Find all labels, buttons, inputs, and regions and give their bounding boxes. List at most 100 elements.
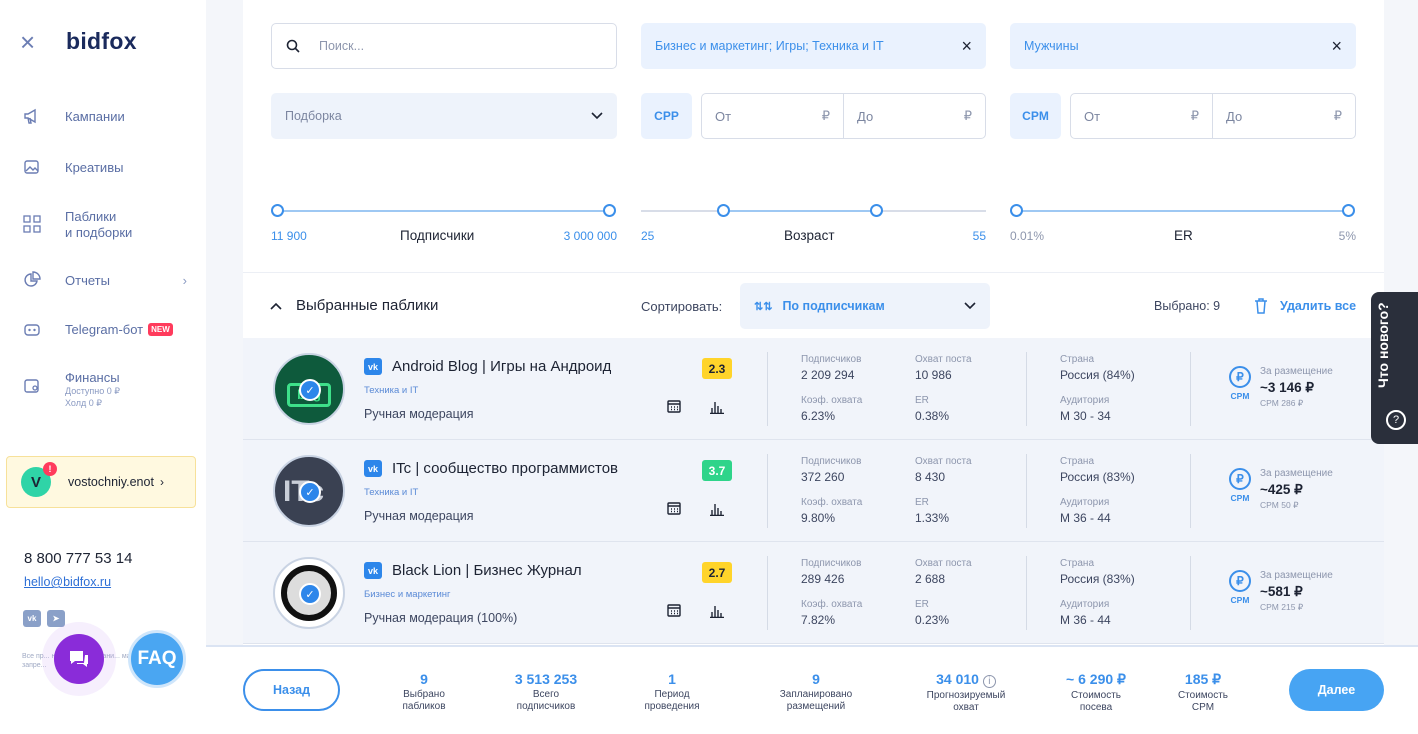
chevron-right-icon: › xyxy=(182,272,187,288)
selected-title[interactable]: Выбранные паблики xyxy=(270,297,438,314)
bar-chart-icon[interactable] xyxy=(710,400,724,414)
cpp-from-input[interactable]: От ₽ xyxy=(701,93,844,139)
collection-select[interactable]: Подборка xyxy=(271,93,617,139)
calendar-icon[interactable] xyxy=(667,604,681,617)
ruble-icon: ₽ xyxy=(1229,366,1251,388)
faq-button[interactable]: FAQ xyxy=(128,630,186,688)
cpm-to-input[interactable]: До ₽ xyxy=(1212,93,1356,139)
sidebar-item-label: Паблики и подборки xyxy=(65,209,133,240)
verified-icon: ✓ xyxy=(299,583,321,605)
summary-footer: Назад 9 Выбрано пабликов 3 513 253 Всего п… xyxy=(206,645,1418,734)
slider-min-handle[interactable] xyxy=(1010,204,1023,217)
support-email[interactable]: hello@bidfox.ru xyxy=(24,575,111,589)
summary-stat: 3 513 253 Всего подписчиков xyxy=(514,671,578,712)
public-name[interactable]: vk Black Lion | Бизнес Журнал xyxy=(364,562,664,579)
slider-max-handle[interactable] xyxy=(603,204,616,217)
public-name[interactable]: vk Android Blog | Игры на Андроид xyxy=(364,358,664,375)
bar-chart-icon[interactable] xyxy=(710,604,724,618)
country-stat: Страна Россия (84%) xyxy=(1060,354,1135,382)
calendar-icon[interactable] xyxy=(667,502,681,515)
gender-filter[interactable]: Мужчины × xyxy=(1010,23,1356,69)
cpp-to-placeholder: До xyxy=(857,108,874,124)
sort-value: По подписчикам xyxy=(782,299,885,313)
sidebar-item-creatives[interactable]: Креативы xyxy=(22,157,123,177)
whats-new-tab[interactable]: Что нового? ? xyxy=(1371,292,1418,444)
er-stat: ER 0.23% xyxy=(915,599,950,627)
search-input[interactable]: Поиск... xyxy=(271,23,617,69)
support-phone: 8 800 777 53 14 xyxy=(24,550,133,567)
sidebar: × bidfox Кампании Креативы Паблики и под… xyxy=(0,0,206,734)
back-button[interactable]: Назад xyxy=(243,669,340,711)
delete-all-button[interactable]: Удалить все xyxy=(1254,298,1356,314)
whats-new-label: Что нового? xyxy=(1375,302,1391,388)
sidebar-item-finance[interactable]: Финансы Доступно 0 ₽ Холд 0 ₽ xyxy=(22,370,120,409)
public-row[interactable]: ✓ vk Black Lion | Бизнес Журнал Бизнес и … xyxy=(243,542,1384,644)
subscribers-stat: Подписчиков 2 209 294 xyxy=(801,354,862,382)
summary-stat: 185 ₽ Стоимость CPM xyxy=(1177,671,1229,713)
avatar: V ! xyxy=(21,462,57,497)
close-icon[interactable]: × xyxy=(20,29,44,55)
price-block: За размещение ~581 ₽ CPM 215 ₽ xyxy=(1260,570,1333,612)
cpp-to-input[interactable]: До ₽ xyxy=(843,93,986,139)
vk-icon: vk xyxy=(364,460,382,477)
ruble-icon: ₽ xyxy=(963,108,972,123)
slider-title: Возраст xyxy=(784,228,835,243)
vk-icon[interactable]: vk xyxy=(23,610,41,627)
sidebar-item-reports[interactable]: Отчеты › xyxy=(22,270,187,290)
cpm-from-input[interactable]: От ₽ xyxy=(1070,93,1213,139)
chat-button[interactable] xyxy=(54,634,104,684)
public-row[interactable]: ITc ✓ vk ITc | сообщество программистов Т… xyxy=(243,440,1384,542)
moderation-status: Ручная модерация (100%) xyxy=(364,611,518,625)
public-name-text: ITc | сообщество программистов xyxy=(392,460,619,477)
info-icon[interactable]: i xyxy=(982,675,996,688)
sidebar-item-campaigns[interactable]: Кампании xyxy=(22,106,125,126)
next-button[interactable]: Далее xyxy=(1289,669,1384,711)
user-card[interactable]: V ! vostochniy.enot › xyxy=(6,456,196,508)
slider-max-handle[interactable] xyxy=(870,204,883,217)
grid-icon xyxy=(22,214,42,234)
categories-filter[interactable]: Бизнес и маркетинг; Игры; Техника и IT × xyxy=(641,23,986,69)
chevron-up-icon xyxy=(270,302,282,310)
divider xyxy=(1026,454,1027,528)
slider-min-handle[interactable] xyxy=(717,204,730,217)
cpm-to-placeholder: До xyxy=(1226,108,1243,124)
divider xyxy=(1026,556,1027,630)
divider xyxy=(767,556,768,630)
public-name[interactable]: vk ITc | сообщество программистов xyxy=(364,460,664,477)
summary-stat: 34 010 i Прогнозируемый охват xyxy=(926,671,1006,713)
slider-max-label: 55 xyxy=(972,229,986,243)
sidebar-item-publics[interactable]: Паблики и подборки xyxy=(22,209,132,241)
close-icon[interactable]: × xyxy=(961,36,972,57)
score-badge: 2.3 xyxy=(702,358,732,379)
logo[interactable]: bidfox xyxy=(66,28,137,55)
megaphone-icon xyxy=(22,106,42,126)
close-icon[interactable]: × xyxy=(1331,36,1342,57)
calendar-icon[interactable] xyxy=(667,400,681,413)
sidebar-item-telegram[interactable]: Telegram-бот NEW xyxy=(22,319,173,339)
public-avatar: ✓ xyxy=(273,557,345,629)
verified-icon: ✓ xyxy=(299,481,321,503)
divider xyxy=(767,352,768,426)
collection-placeholder: Подборка xyxy=(285,109,342,123)
divider xyxy=(767,454,768,528)
sort-select[interactable]: ⇅⇅ По подписчикам xyxy=(740,283,990,329)
summary-stat: 9 Запланировано размещений xyxy=(779,671,853,712)
public-row[interactable]: bog ✓ vk Android Blog | Игры на Андроид Т… xyxy=(243,338,1384,440)
ruble-icon: ₽ xyxy=(1190,108,1199,123)
ruble-icon: ₽ xyxy=(821,108,830,123)
balance-hold: Холд 0 ₽ xyxy=(65,398,102,408)
alert-badge: ! xyxy=(43,462,57,476)
image-icon xyxy=(22,157,42,177)
telegram-icon[interactable]: ➤ xyxy=(47,610,65,627)
chevron-right-icon: › xyxy=(159,475,164,489)
sort-icon: ⇅⇅ xyxy=(754,300,773,313)
selected-title-text: Выбранные паблики xyxy=(296,297,439,314)
bar-chart-icon[interactable] xyxy=(710,502,724,516)
categories-value: Бизнес и маркетинг; Игры; Техника и IT xyxy=(655,39,884,53)
coef-stat: Коэф. охвата 6.23% xyxy=(801,395,863,423)
slider-max-handle[interactable] xyxy=(1342,204,1355,217)
verified-icon: ✓ xyxy=(299,379,321,401)
slider-min-handle[interactable] xyxy=(271,204,284,217)
selected-header: Выбранные паблики Сортировать: ⇅⇅ По под… xyxy=(243,272,1384,338)
sidebar-item-label: Креативы xyxy=(65,159,124,175)
